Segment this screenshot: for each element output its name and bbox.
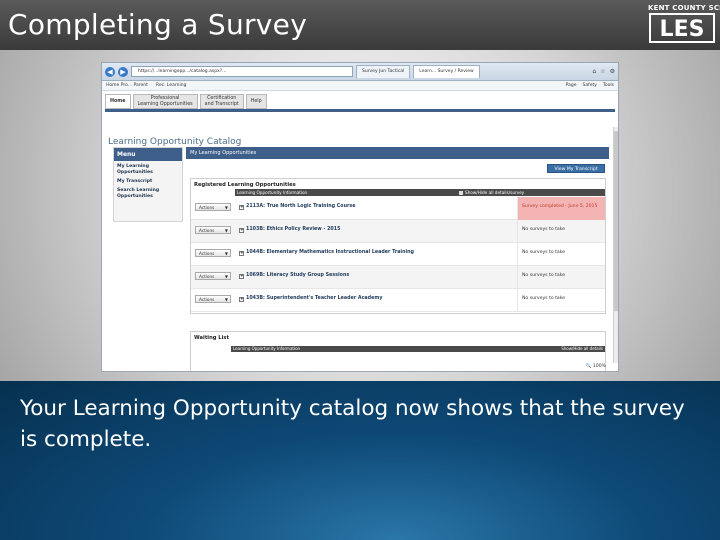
- table-row: Actions ▼ +1103B: Ethics Policy Review - …: [191, 220, 605, 243]
- tab-home[interactable]: Home: [105, 94, 131, 109]
- star-icon[interactable]: ☆: [600, 68, 605, 75]
- favorites-item-2[interactable]: Rec. Learning: [156, 83, 187, 88]
- col-info-header: Learning Opportunity Information: [237, 190, 308, 195]
- course-link[interactable]: +1103B: Ethics Policy Review - 2015: [239, 227, 340, 233]
- chevron-down-icon: ▼: [224, 205, 228, 210]
- expand-icon: +: [239, 204, 244, 210]
- survey-status: No surveys to take: [517, 220, 605, 243]
- actions-dropdown[interactable]: Actions ▼: [195, 249, 231, 257]
- forward-icon[interactable]: ▶: [118, 66, 128, 77]
- tools-menu[interactable]: Tools: [603, 83, 614, 88]
- caption-banner: Your Learning Opportunity catalog now sh…: [0, 381, 720, 540]
- chevron-down-icon: ▼: [224, 228, 228, 233]
- view-transcript-button[interactable]: View My Transcript: [547, 164, 605, 173]
- magnifier-icon: 🔍: [585, 364, 592, 369]
- waiting-header: Learning Opportunity Information Show/Hi…: [231, 346, 605, 352]
- logo-text: LES: [660, 17, 705, 42]
- registered-header: Learning Opportunity Information Show/Hi…: [235, 189, 605, 196]
- expand-icon: +: [239, 296, 244, 302]
- slide-caption: Your Learning Opportunity catalog now sh…: [20, 396, 685, 452]
- zoom-level[interactable]: 🔍 100%: [586, 364, 606, 369]
- tab-professional-learning[interactable]: Professional Learning Opportunities: [132, 94, 198, 109]
- table-row: Actions ▼ +1069B: Literacy Study Group Se…: [191, 266, 605, 289]
- tab-help[interactable]: Help: [245, 94, 267, 109]
- course-link[interactable]: +1044B: Elementary Mathematics Instructi…: [239, 250, 414, 256]
- main-content: My Learning Opportunities View My Transc…: [186, 147, 609, 371]
- address-bar[interactable]: https://...learningopp.../catalog.aspx?.…: [131, 66, 353, 77]
- chevron-down-icon: ▼: [224, 297, 228, 302]
- table-row: Actions ▼ +1043B: Superintendent's Teache…: [191, 289, 605, 312]
- course-link[interactable]: +1043B: Superintendent's Teacher Leader …: [239, 296, 382, 302]
- survey-status-completed: Survey completed - June 5, 2015: [517, 197, 605, 221]
- school-logo: KENT COUNTY SCHOOLS LES: [648, 4, 720, 46]
- slide-title: Completing a Survey: [8, 8, 308, 41]
- waiting-title: Waiting List: [194, 335, 229, 341]
- logo-district-name: KENT COUNTY SCHOOLS: [648, 4, 720, 12]
- page-scrollbar[interactable]: [613, 127, 618, 363]
- course-link[interactable]: +1069B: Literacy Study Group Sessions: [239, 273, 349, 279]
- show-hide-survey-toggle[interactable]: Show/Hide all details/survey: [459, 189, 524, 196]
- browser-screenshot: ◀ ▶ https://...learningopp.../catalog.as…: [101, 62, 619, 372]
- page-menu[interactable]: Page: [566, 83, 577, 88]
- waiting-list-panel: Waiting List Learning Opportunity Inform…: [190, 331, 606, 371]
- menu-item-search[interactable]: Search Learning Opportunities: [114, 185, 182, 200]
- favorites-item-1[interactable]: Home Pro... Parent: [106, 83, 148, 88]
- registered-panel: Registered Learning Opportunities Learni…: [190, 178, 606, 314]
- chevron-down-icon: ▼: [224, 274, 228, 279]
- menu-item-my-learning[interactable]: My Learning Opportunities: [114, 161, 182, 176]
- home-icon[interactable]: ⌂: [592, 68, 596, 75]
- window-controls: ⌂ ☆ ⚙: [592, 68, 615, 75]
- actions-dropdown[interactable]: Actions ▼: [195, 272, 231, 280]
- slide-title-bar: Completing a Survey KENT COUNTY SCHOOLS …: [0, 0, 720, 50]
- content-header: My Learning Opportunities: [186, 147, 609, 159]
- gear-icon[interactable]: ⚙: [610, 68, 615, 75]
- back-icon[interactable]: ◀: [105, 66, 115, 77]
- chevron-down-icon: ▼: [224, 251, 228, 256]
- expand-icon: +: [239, 273, 244, 279]
- table-row: Actions ▼ +1044B: Elementary Mathematics …: [191, 243, 605, 266]
- actions-dropdown[interactable]: Actions ▼: [195, 203, 231, 211]
- survey-status: No surveys to take: [517, 266, 605, 289]
- browser-tab-1[interactable]: Survey Jun Tactical: [356, 65, 411, 78]
- actions-dropdown[interactable]: Actions ▼: [195, 226, 231, 234]
- scrollbar-thumb[interactable]: [614, 131, 618, 311]
- logo-mark-icon: LES: [649, 13, 715, 43]
- menu-title: Menu: [114, 148, 182, 161]
- catalog-title: Learning Opportunity Catalog: [108, 137, 242, 147]
- browser-toolbar: Home Pro... Parent Rec. Learning Page Sa…: [102, 81, 618, 91]
- expand-icon: +: [239, 227, 244, 233]
- browser-chrome: ◀ ▶ https://...learningopp.../catalog.as…: [102, 63, 618, 81]
- menu-item-transcript[interactable]: My Transcript: [114, 176, 182, 185]
- side-menu: Menu My Learning Opportunities My Transc…: [113, 147, 183, 222]
- safety-menu[interactable]: Safety: [583, 83, 597, 88]
- waiting-show-hide-toggle[interactable]: Show/Hide all details: [561, 346, 603, 352]
- survey-status: No surveys to take: [517, 243, 605, 266]
- table-row: Actions ▼ +2113A: True North Logic Traini…: [191, 197, 605, 221]
- expand-icon: +: [239, 250, 244, 256]
- app-nav-divider: [105, 109, 615, 112]
- browser-tab-2[interactable]: Learn... Survey / Review: [413, 65, 480, 78]
- app-nav: Home Professional Learning Opportunities…: [102, 93, 618, 109]
- actions-dropdown[interactable]: Actions ▼: [195, 295, 231, 303]
- tab-certification[interactable]: Certification and Transcript: [199, 94, 244, 109]
- registered-title: Registered Learning Opportunities: [194, 182, 296, 188]
- waiting-col-info: Learning Opportunity Information: [233, 346, 301, 351]
- course-link[interactable]: +2113A: True North Logic Training Course: [239, 204, 355, 210]
- survey-status: No surveys to take: [517, 289, 605, 312]
